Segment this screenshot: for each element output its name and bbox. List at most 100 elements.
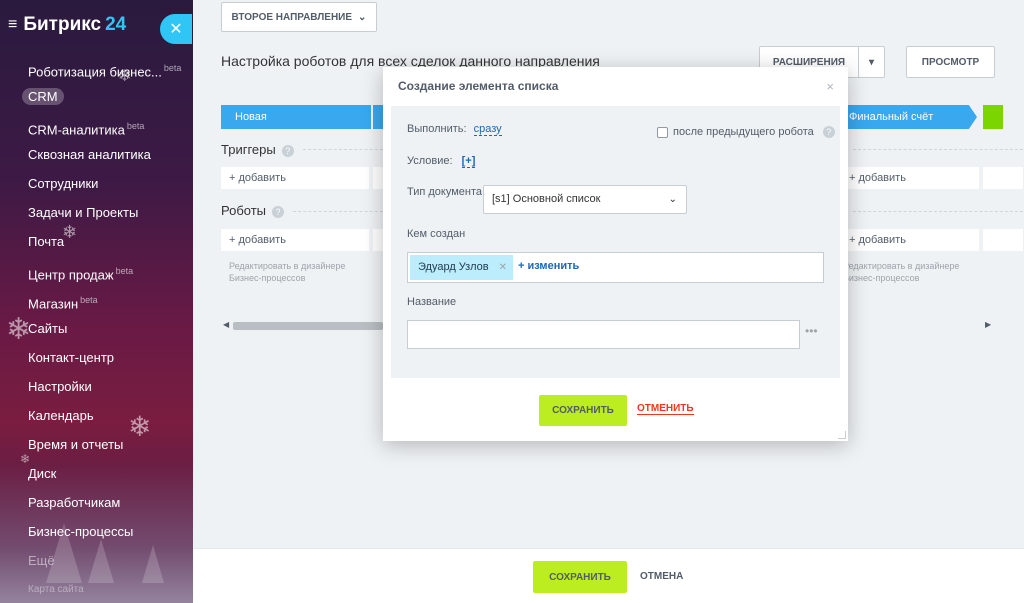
created-by-field[interactable]: Эдуард Узлов ✕ + изменить (407, 252, 824, 283)
add-robot-button[interactable]: + добавить (221, 229, 369, 251)
help-icon[interactable]: ? (272, 205, 285, 218)
menu-icon[interactable]: ≡ (8, 16, 17, 34)
sidebar-item-time-reports[interactable]: Время и отчеты (0, 433, 193, 462)
divider (853, 211, 1023, 212)
execute-row: Выполнить: сразу (407, 123, 502, 136)
robots-title: Роботы? (221, 203, 285, 218)
divider (853, 149, 1023, 150)
sidebar-item-settings[interactable]: Настройки (0, 375, 193, 404)
sidebar-item-sitemap[interactable]: Карта сайта (0, 578, 193, 603)
sidebar-item-calendar[interactable]: Календарь (0, 404, 193, 433)
after-previous-checkbox-row[interactable]: после предыдущего робота ? (657, 126, 835, 138)
logo-number: 24 (105, 14, 127, 35)
sidebar-item-mail[interactable]: Почта (0, 230, 193, 259)
logo[interactable]: ≡ Битрикс 24 (8, 14, 126, 36)
direction-dropdown[interactable]: ВТОРОЕ НАПРАВЛЕНИЕ ⌄ (221, 2, 377, 32)
dialog-save-button[interactable]: СОХРАНИТЬ (539, 395, 627, 426)
sidebar-item-label: Почта (28, 234, 65, 249)
sidebar-item-crm-analytics[interactable]: CRM-аналитика beta (0, 114, 193, 143)
resize-handle[interactable] (838, 431, 846, 439)
execute-label: Выполнить: (407, 123, 467, 135)
sidebar-item-label: Настройки (28, 379, 92, 394)
extensions-label: РАСШИРЕНИЯ (772, 56, 846, 68)
add-robot-button[interactable] (983, 229, 1023, 251)
designer-hint[interactable]: Редактировать в дизайнере Бизнес-процесс… (843, 260, 959, 284)
preview-button[interactable]: ПРОСМОТР (906, 46, 995, 78)
sidebar-item-label: Диск (28, 466, 57, 481)
add-trigger-button[interactable] (373, 167, 383, 189)
sidebar-item-shop[interactable]: Магазин beta (0, 288, 193, 317)
dialog-body: Выполнить: сразу после предыдущего робот… (391, 106, 840, 378)
close-slider-button[interactable]: ✕ (160, 14, 192, 44)
sidebar-item-developers[interactable]: Разработчикам (0, 491, 193, 520)
chevron-down-icon: ⌄ (358, 11, 367, 23)
sidebar-item-analytics[interactable]: Сквозная аналитика (0, 143, 193, 172)
after-previous-label: после предыдущего робота (673, 126, 814, 138)
doc-type-select[interactable]: [s1] Основной список ⌄ (483, 185, 687, 214)
hint-line: Бизнес-процессов (229, 273, 306, 283)
dialog-title: Создание элемента списка (398, 79, 559, 93)
footer-save-button[interactable]: СОХРАНИТЬ (533, 561, 627, 593)
execute-value-link[interactable]: сразу (473, 123, 502, 136)
divider (293, 211, 383, 212)
stage-final-invoice[interactable]: Финальный счёт (841, 105, 977, 129)
add-trigger-button[interactable]: + добавить (841, 167, 979, 189)
logo-text: Битрикс (23, 14, 102, 35)
user-tag[interactable]: Эдуард Узлов ✕ (410, 255, 513, 280)
sidebar-item-business-processes[interactable]: Бизнес-процессы (0, 520, 193, 549)
close-icon[interactable]: × (826, 79, 834, 94)
add-robot-button[interactable]: + добавить (841, 229, 979, 251)
footer-cancel-button[interactable]: ОТМЕНА (640, 561, 683, 593)
sidebar-item-label: Сайты (28, 321, 68, 336)
sidebar-item-label: Бизнес-процессы (28, 524, 134, 539)
sidebar-item-employees[interactable]: Сотрудники (0, 172, 193, 201)
direction-dropdown-label: ВТОРОЕ НАПРАВЛЕНИЕ (231, 11, 353, 23)
sidebar-item-disk[interactable]: Диск (0, 462, 193, 491)
change-user-link[interactable]: + изменить (518, 260, 579, 272)
name-input[interactable] (407, 320, 800, 349)
doc-type-selected: [s1] Основной список (492, 193, 601, 205)
remove-tag-icon[interactable]: ✕ (499, 255, 507, 280)
sidebar-item-sales-center[interactable]: Центр продаж beta (0, 259, 193, 288)
add-condition-link[interactable]: [+] (461, 155, 476, 168)
sidebar-item-label: CRM (22, 88, 64, 105)
sidebar-item-tasks[interactable]: Задачи и Проекты (0, 201, 193, 230)
beta-badge: beta (80, 295, 98, 305)
sidebar-item-robotization[interactable]: Роботизация бизнес... beta (0, 56, 193, 85)
dialog-cancel-button[interactable]: ОТМЕНИТЬ (637, 403, 694, 415)
help-icon[interactable]: ? (281, 144, 294, 157)
sidebar-menu: Роботизация бизнес... beta CRM CRM-аналит… (0, 56, 193, 603)
robots-title-text: Роботы (221, 203, 267, 218)
stage-success[interactable] (983, 105, 1003, 129)
add-trigger-button[interactable] (983, 167, 1023, 189)
triggers-title: Триггеры? (221, 142, 294, 157)
help-icon[interactable]: ? (822, 126, 835, 138)
hint-line: Редактировать в дизайнере (843, 261, 960, 271)
stage-new[interactable]: Новая (221, 105, 371, 129)
sidebar-item-label: Карта сайта (28, 584, 84, 595)
create-list-item-dialog: Создание элемента списка × Выполнить: ср… (383, 67, 848, 441)
chevron-down-icon[interactable]: ▾ (858, 47, 884, 77)
condition-row: Условие: [+] (407, 155, 476, 168)
hint-line: Бизнес-процессов (843, 273, 920, 283)
hint-line: Редактировать в дизайнере (229, 261, 346, 271)
sidebar-item-label: Ещё (28, 553, 55, 568)
add-robot-button[interactable] (373, 229, 383, 251)
more-options-icon[interactable]: ••• (805, 324, 818, 338)
add-trigger-button[interactable]: + добавить (221, 167, 369, 189)
sidebar-item-label: Центр продаж (28, 267, 114, 283)
horizontal-scrollbar[interactable] (233, 322, 383, 330)
scroll-left-icon[interactable]: ◀ (223, 320, 229, 329)
after-previous-checkbox[interactable] (657, 126, 668, 138)
designer-hint[interactable]: Редактировать в дизайнере Бизнес-процесс… (229, 260, 345, 284)
sidebar-item-sites[interactable]: Сайты (0, 317, 193, 346)
sidebar-item-label: Магазин (28, 296, 79, 312)
sidebar-item-label: CRM-аналитика (28, 122, 125, 138)
scroll-right-icon[interactable]: ▶ (985, 320, 991, 329)
sidebar-item-more[interactable]: Ещё (0, 549, 193, 578)
sidebar-item-crm[interactable]: CRM (0, 85, 193, 114)
doc-type-label: Тип документа: (407, 186, 486, 198)
sidebar-item-contact-center[interactable]: Контакт-центр (0, 346, 193, 375)
divider (303, 149, 383, 150)
sidebar-item-label: Разработчикам (28, 495, 121, 510)
